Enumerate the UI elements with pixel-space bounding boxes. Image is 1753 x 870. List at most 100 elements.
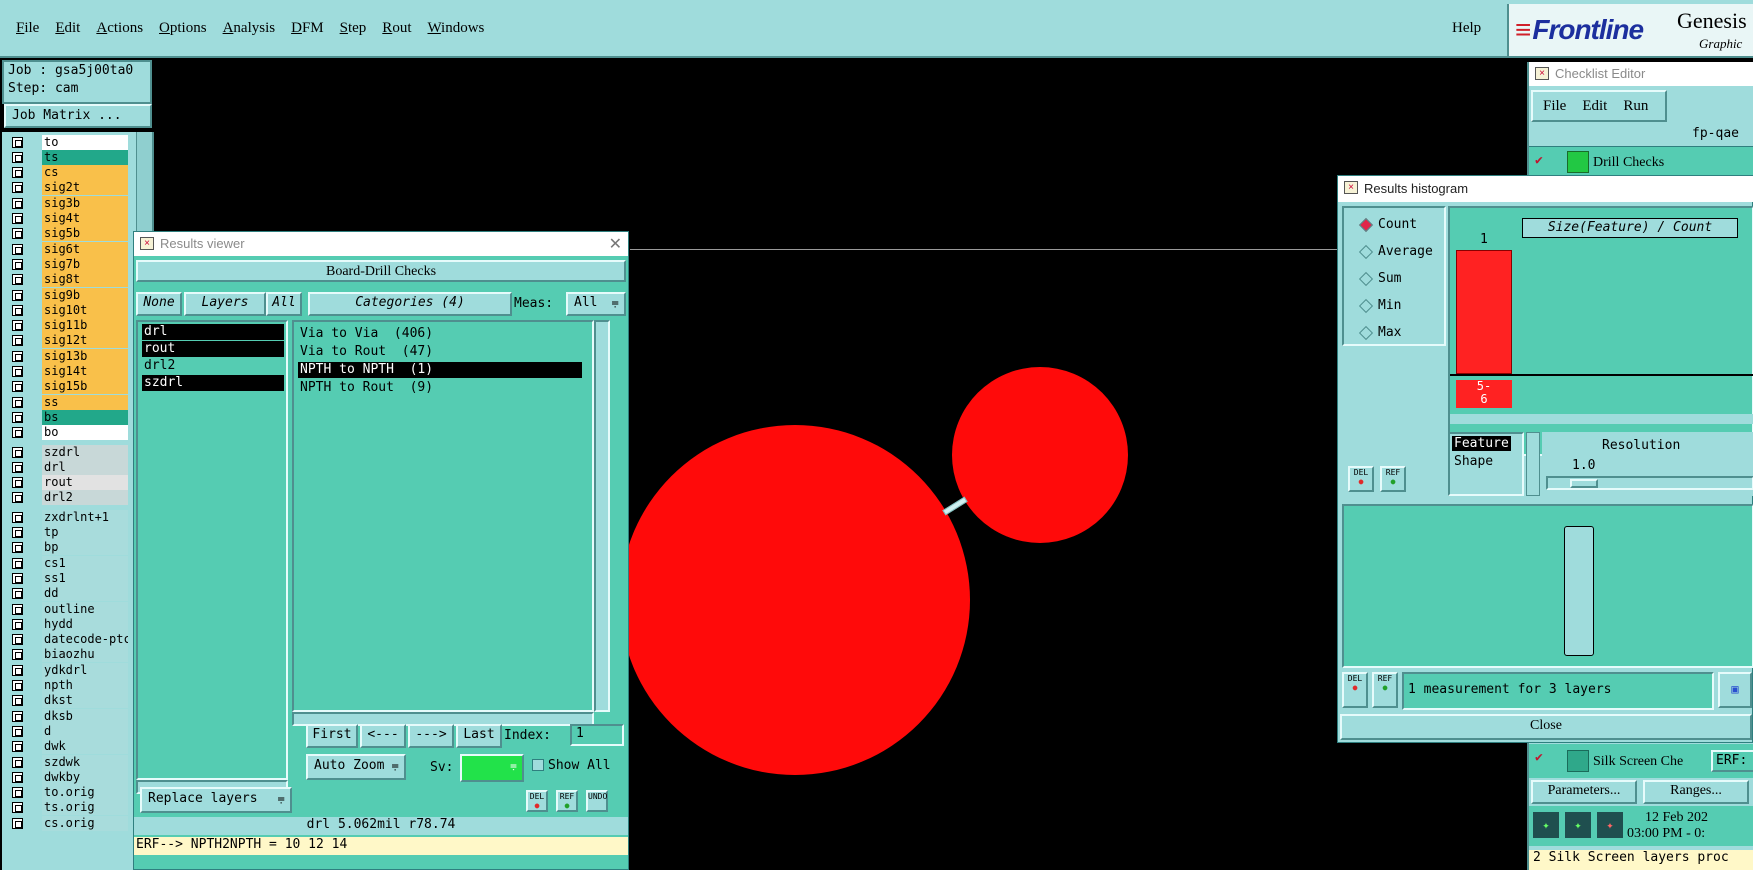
- layer-name[interactable]: sig12t: [42, 333, 128, 349]
- detail-del-button[interactable]: DEL ●: [1342, 672, 1368, 708]
- none-button[interactable]: None: [136, 292, 182, 316]
- histogram-hscroll[interactable]: [1450, 414, 1753, 424]
- layer-name[interactable]: hydd: [42, 616, 128, 632]
- layer-row[interactable]: sig7b: [6, 256, 128, 272]
- mode-sum-radio[interactable]: Sum: [1358, 270, 1401, 288]
- feature-option[interactable]: Feature: [1452, 436, 1511, 451]
- run-icon[interactable]: ✦: [1533, 812, 1559, 838]
- layer-checkbox[interactable]: [12, 618, 23, 630]
- all-layers-button[interactable]: All: [266, 292, 302, 316]
- measurement-marker[interactable]: [942, 496, 968, 516]
- layer-name[interactable]: sig10t: [42, 302, 128, 318]
- layer-checkbox[interactable]: [12, 741, 23, 753]
- close-icon[interactable]: ✕: [609, 234, 622, 254]
- layer-row[interactable]: sig12t: [6, 333, 128, 349]
- layer-name[interactable]: drl: [42, 459, 128, 475]
- menu-windows[interactable]: Windows: [419, 18, 492, 42]
- layer-row[interactable]: outline: [6, 601, 128, 617]
- detail-ref-button[interactable]: REF ●: [1372, 672, 1398, 708]
- menu-step[interactable]: Step: [332, 18, 375, 42]
- layer-name[interactable]: cs.orig: [42, 815, 128, 831]
- histogram-close-button[interactable]: Close: [1340, 714, 1752, 740]
- layer-row[interactable]: drl2: [6, 490, 128, 506]
- shape-option[interactable]: Shape: [1454, 454, 1493, 469]
- layer-name[interactable]: ts: [42, 149, 128, 165]
- layer-row[interactable]: npth: [6, 678, 128, 694]
- layer-name[interactable]: sig2t: [42, 180, 128, 196]
- checklist-menu-run[interactable]: Run: [1623, 98, 1648, 115]
- layer-row[interactable]: drl: [6, 459, 128, 475]
- layer-row[interactable]: sig3b: [6, 195, 128, 211]
- layer-row[interactable]: bs: [6, 409, 128, 425]
- ref-marker-button[interactable]: REF ●: [556, 790, 578, 812]
- layer-checkbox[interactable]: [12, 427, 23, 439]
- sv-color-dropdown[interactable]: ⩦: [460, 754, 524, 782]
- layer-name[interactable]: ss1: [42, 570, 128, 586]
- histogram-del-button[interactable]: DEL ●: [1348, 466, 1374, 492]
- layer-name[interactable]: outline: [42, 601, 128, 617]
- layer-row[interactable]: szdrl: [6, 444, 128, 460]
- layer-checkbox[interactable]: [12, 366, 23, 377]
- layer-name[interactable]: zxdrlnt+1: [42, 509, 128, 525]
- layer-row[interactable]: bo: [6, 425, 128, 441]
- layer-checkbox[interactable]: [12, 527, 23, 538]
- histogram-bar[interactable]: [1456, 250, 1512, 374]
- layer-checkbox[interactable]: [12, 350, 23, 362]
- layer-checkbox[interactable]: [12, 136, 23, 148]
- layer-row[interactable]: dksb: [6, 708, 128, 724]
- layers-button[interactable]: Layers: [184, 292, 266, 316]
- detail-scale-bar[interactable]: [1564, 526, 1594, 656]
- layer-name[interactable]: rout: [42, 475, 128, 491]
- layer-row[interactable]: tp: [6, 525, 128, 541]
- layer-name[interactable]: dwk: [42, 739, 128, 755]
- layer-row[interactable]: sig10t: [6, 302, 128, 318]
- layer-row[interactable]: sig15b: [6, 379, 128, 395]
- layer-name[interactable]: dd: [42, 586, 128, 602]
- layer-row[interactable]: dkst: [6, 693, 128, 709]
- layer-checkbox[interactable]: [12, 680, 23, 691]
- layer-row[interactable]: sig13b: [6, 348, 128, 364]
- layer-row[interactable]: dwk: [6, 739, 128, 755]
- layer-row[interactable]: datecode-ptc: [6, 632, 128, 648]
- histogram-tool-icon[interactable]: ▣: [1718, 672, 1752, 708]
- layer-checkbox[interactable]: [12, 649, 23, 661]
- layer-row[interactable]: to: [6, 134, 128, 150]
- layer-result-item[interactable]: szdrl: [142, 375, 284, 391]
- layer-checkbox[interactable]: [12, 492, 23, 504]
- layer-name[interactable]: ts.orig: [42, 800, 128, 816]
- layer-checkbox[interactable]: [12, 274, 23, 286]
- layer-row[interactable]: ss: [6, 394, 128, 410]
- layer-row[interactable]: sig8t: [6, 272, 128, 288]
- layer-checkbox[interactable]: [12, 304, 23, 316]
- layer-row[interactable]: sig5b: [6, 226, 128, 242]
- layer-name[interactable]: ydkdrl: [42, 662, 128, 678]
- layer-row[interactable]: bp: [6, 540, 128, 556]
- npth-hole-large[interactable]: [620, 425, 970, 775]
- layer-row[interactable]: ts: [6, 149, 128, 165]
- category-item[interactable]: NPTH to Rout (9): [298, 380, 582, 396]
- layer-checkbox[interactable]: [12, 335, 23, 347]
- layer-checkbox[interactable]: [12, 771, 23, 783]
- layer-name[interactable]: datecode-ptc: [42, 632, 128, 648]
- layer-checkbox[interactable]: [12, 664, 23, 676]
- menu-help[interactable]: Help: [1452, 20, 1481, 37]
- layer-checkbox[interactable]: [12, 446, 23, 458]
- first-button[interactable]: First: [306, 724, 358, 748]
- layer-checkbox[interactable]: [12, 228, 23, 240]
- layer-checkbox[interactable]: [12, 695, 23, 707]
- npth-hole-small[interactable]: [952, 367, 1128, 543]
- layer-checkbox[interactable]: [12, 572, 23, 584]
- mode-count-radio[interactable]: Count: [1358, 216, 1417, 234]
- run-icon[interactable]: ✦: [1597, 812, 1623, 838]
- last-button[interactable]: Last: [456, 724, 502, 748]
- layer-checkbox[interactable]: [12, 213, 23, 224]
- checklist-row-silk[interactable]: ✔ Silk Screen Che ERF:: [1529, 744, 1753, 778]
- layer-name[interactable]: sig14t: [42, 364, 128, 379]
- layer-row[interactable]: rout: [6, 475, 128, 491]
- checklist-menu-file[interactable]: File: [1543, 98, 1566, 115]
- show-all-checkbox[interactable]: [532, 759, 544, 771]
- layer-checkbox[interactable]: [12, 411, 23, 423]
- layer-name[interactable]: drl2: [42, 490, 128, 506]
- checklist-menu-edit[interactable]: Edit: [1582, 98, 1607, 115]
- layer-checkbox[interactable]: [12, 151, 23, 163]
